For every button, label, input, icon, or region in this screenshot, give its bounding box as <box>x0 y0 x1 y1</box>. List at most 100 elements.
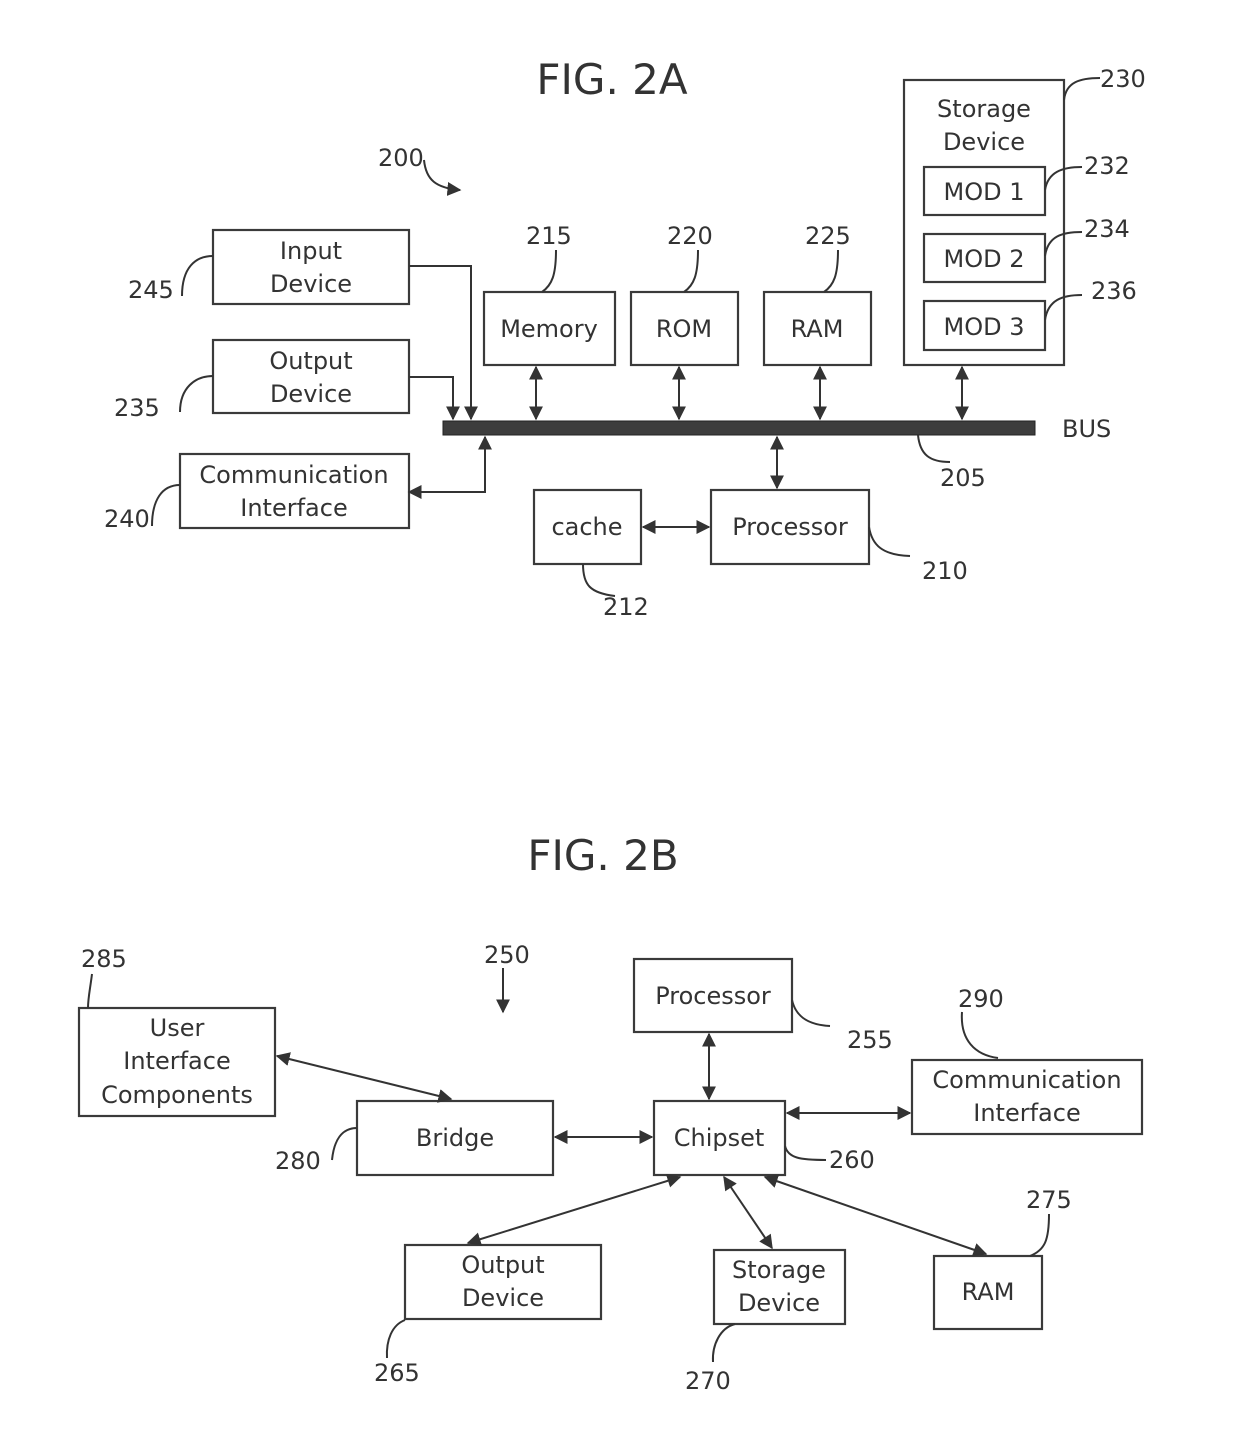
output-device-2b-block: Output Device <box>403 1243 603 1321</box>
ref-220-leader <box>683 249 699 293</box>
storage-label-1: Storage <box>937 95 1031 123</box>
communication-interface-block: Communication Interface <box>178 452 411 530</box>
ref-290-leader <box>960 1011 999 1059</box>
cache-label: cache <box>551 513 622 541</box>
bridge-block: Bridge <box>355 1099 555 1177</box>
ram-label: RAM <box>791 315 844 343</box>
ui-label-1: User <box>150 1014 205 1042</box>
fig-2b-title: FIG. 2B <box>527 831 678 880</box>
ref-270: 270 <box>685 1367 731 1395</box>
ref-210: 210 <box>922 557 968 585</box>
ref-280-leader <box>331 1127 358 1161</box>
output-device-block: Output Device <box>211 338 411 415</box>
mod-1-block: MOD 1 <box>922 165 1047 217</box>
ref-215: 215 <box>526 222 572 250</box>
ref-280: 280 <box>275 1147 321 1175</box>
ref-240-leader <box>151 484 181 527</box>
ref-200: 200 <box>378 144 424 172</box>
storage-2b-label-2: Device <box>738 1289 820 1317</box>
bus-label: BUS <box>1062 415 1111 443</box>
patent-figure-sheet: FIG. 2A 200 BUS 205 Input Device 245 Out… <box>77 55 1146 1395</box>
rom-label: ROM <box>656 315 712 343</box>
ref-215-leader <box>541 249 557 293</box>
cache-block: cache <box>532 488 643 566</box>
ref-235-leader <box>179 375 214 413</box>
output-device-label-1: Output <box>269 347 352 375</box>
rom-block: ROM <box>629 290 740 367</box>
ref-212-leader <box>582 563 616 597</box>
ref-265-leader <box>385 1319 406 1359</box>
ref-270-leader <box>711 1323 736 1363</box>
ref-225-leader <box>823 249 839 293</box>
mod-2-block: MOD 2 <box>922 232 1047 284</box>
ref-232: 232 <box>1084 152 1130 180</box>
ui-label-3: Components <box>101 1081 253 1109</box>
ref-240: 240 <box>104 505 150 533</box>
mod-3-block: MOD 3 <box>922 299 1047 352</box>
storage-device-block: Storage Device MOD 1 MOD 2 MOD 3 <box>902 78 1066 367</box>
processor-label: Processor <box>732 513 848 541</box>
memory-block: Memory <box>482 290 617 367</box>
storage-label-2: Device <box>943 128 1025 156</box>
ref-260: 260 <box>829 1146 875 1174</box>
communication-interface-2b-block: Communication Interface <box>910 1058 1144 1136</box>
output-device-label-2: Device <box>270 380 352 408</box>
input-device-label-2: Device <box>270 270 352 298</box>
comm-bus-arrow <box>407 435 492 499</box>
chipset-storage-arrow <box>723 1175 773 1250</box>
system-bus <box>442 420 1036 436</box>
mod-1-label: MOD 1 <box>944 178 1025 206</box>
comm-interface-label-1: Communication <box>199 461 388 489</box>
ref-250: 250 <box>484 941 530 969</box>
ref-230-leader <box>1063 77 1101 101</box>
ref-234: 234 <box>1084 215 1130 243</box>
ref-225: 225 <box>805 222 851 250</box>
ui-label-2: Interface <box>123 1047 230 1075</box>
input-device-block: Input Device <box>211 228 411 306</box>
ref-210-leader <box>868 526 911 557</box>
ref-255-leader <box>791 999 831 1027</box>
mod-2-label: MOD 2 <box>944 245 1025 273</box>
ref-212: 212 <box>603 593 649 621</box>
output-2b-label-2: Device <box>462 1284 544 1312</box>
ram-2b-block: RAM <box>932 1254 1044 1331</box>
bridge-label: Bridge <box>416 1124 494 1152</box>
ref-285-leader <box>87 973 93 1009</box>
storage-device-2b-block: Storage Device <box>712 1248 847 1326</box>
processor-2b-block: Processor <box>632 957 794 1034</box>
bus-to-output-arrow <box>409 376 460 421</box>
comm-interface-label-2: Interface <box>240 494 347 522</box>
ref-245: 245 <box>128 276 174 304</box>
comm-2b-label-1: Communication <box>932 1066 1121 1094</box>
ref-260-leader <box>784 1145 827 1161</box>
fig-2a: FIG. 2A 200 BUS 205 Input Device 245 Out… <box>104 55 1146 621</box>
processor-2b-label: Processor <box>655 982 771 1010</box>
ref-275-leader <box>1029 1213 1050 1257</box>
storage-2b-label-1: Storage <box>732 1256 826 1284</box>
user-interface-components-block: User Interface Components <box>77 1006 277 1118</box>
ref-290: 290 <box>958 985 1004 1013</box>
ref-285: 285 <box>81 945 127 973</box>
ref-205-leader <box>917 434 951 463</box>
ram-2b-label: RAM <box>962 1278 1015 1306</box>
ref-200-arrow <box>423 159 462 196</box>
ref-245-leader <box>181 255 214 297</box>
chipset-output-arrow <box>466 1174 682 1246</box>
input-to-bus-arrow <box>409 265 478 421</box>
memory-label: Memory <box>500 315 598 343</box>
comm-2b-label-2: Interface <box>973 1099 1080 1127</box>
processor-block: Processor <box>709 488 871 566</box>
output-2b-label-1: Output <box>461 1251 544 1279</box>
chipset-label: Chipset <box>674 1124 765 1152</box>
fig-2a-title: FIG. 2A <box>536 55 688 104</box>
ref-236: 236 <box>1091 277 1137 305</box>
ref-275: 275 <box>1026 1186 1072 1214</box>
chipset-block: Chipset <box>652 1099 787 1177</box>
ref-205: 205 <box>940 464 986 492</box>
mod-3-label: MOD 3 <box>944 313 1025 341</box>
ref-230: 230 <box>1100 65 1146 93</box>
ui-bridge-arrow <box>275 1052 453 1103</box>
input-device-label-1: Input <box>280 237 342 265</box>
ref-235: 235 <box>114 394 160 422</box>
fig-2b: FIG. 2B 250 User Interface Components 28… <box>77 831 1144 1395</box>
